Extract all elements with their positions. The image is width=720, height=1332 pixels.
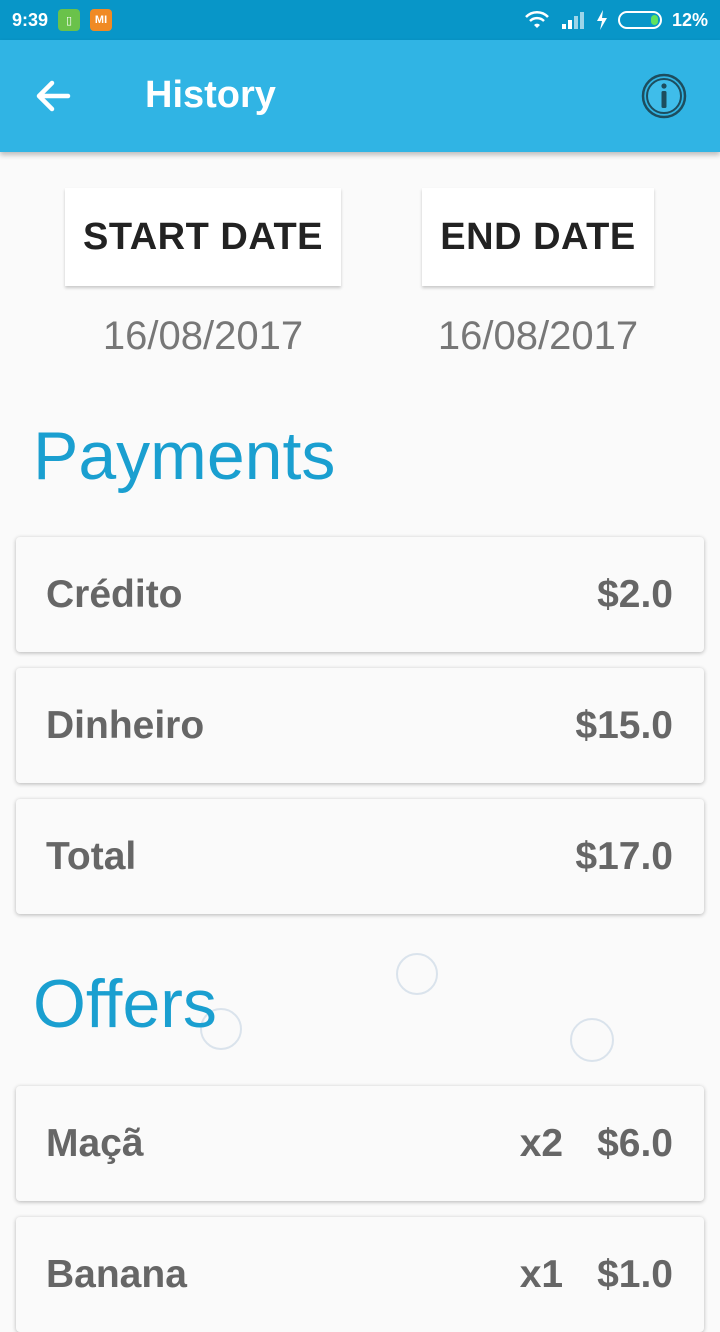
- start-date-button[interactable]: START DATE: [65, 188, 341, 286]
- battery-saver-icon: ▯: [58, 9, 81, 31]
- offer-label: Banana: [46, 1252, 187, 1296]
- battery-icon: [617, 11, 662, 29]
- ripple-decoration: [396, 953, 438, 995]
- offer-row: Maçã x2 $6.0: [16, 1086, 704, 1201]
- mi-notification-icon: MI: [90, 9, 113, 31]
- signal-icon: [561, 12, 584, 29]
- end-date-value: 16/08/2017: [437, 314, 639, 358]
- offer-amount: $6.0: [597, 1121, 673, 1165]
- offer-row: Banana x1 $1.0: [16, 1217, 704, 1332]
- page-title: History: [145, 74, 276, 116]
- offer-quantity: x2: [519, 1121, 564, 1165]
- payment-label: Dinheiro: [46, 703, 205, 747]
- app-toolbar: History: [0, 40, 720, 152]
- offers-title: Offers: [33, 966, 217, 1042]
- payment-total-row: Total $17.0: [16, 799, 704, 914]
- offer-quantity: x1: [519, 1252, 564, 1296]
- payment-row: Crédito $2.0: [16, 537, 704, 652]
- battery-percent: 12%: [671, 9, 708, 30]
- payment-total-amount: $17.0: [575, 834, 673, 878]
- status-bar: 9:39 ▯ MI 12%: [0, 0, 720, 40]
- end-date-button[interactable]: END DATE: [422, 188, 654, 286]
- offer-label: Maçã: [46, 1121, 144, 1165]
- payment-row: Dinheiro $15.0: [16, 668, 704, 783]
- payment-amount: $15.0: [575, 703, 673, 747]
- payment-label: Crédito: [46, 572, 183, 616]
- offer-amount: $1.0: [597, 1252, 673, 1296]
- info-icon: [641, 73, 687, 119]
- charging-icon: [596, 10, 607, 30]
- status-time: 9:39: [12, 9, 49, 30]
- wifi-icon: [525, 10, 549, 28]
- ripple-decoration: [570, 1018, 614, 1062]
- arrow-back-icon: [36, 80, 71, 112]
- start-date-value: 16/08/2017: [102, 314, 304, 358]
- info-button[interactable]: [641, 73, 687, 119]
- payment-total-label: Total: [46, 834, 137, 878]
- payment-amount: $2.0: [597, 572, 673, 616]
- payments-title: Payments: [33, 418, 336, 494]
- back-button[interactable]: [32, 76, 80, 116]
